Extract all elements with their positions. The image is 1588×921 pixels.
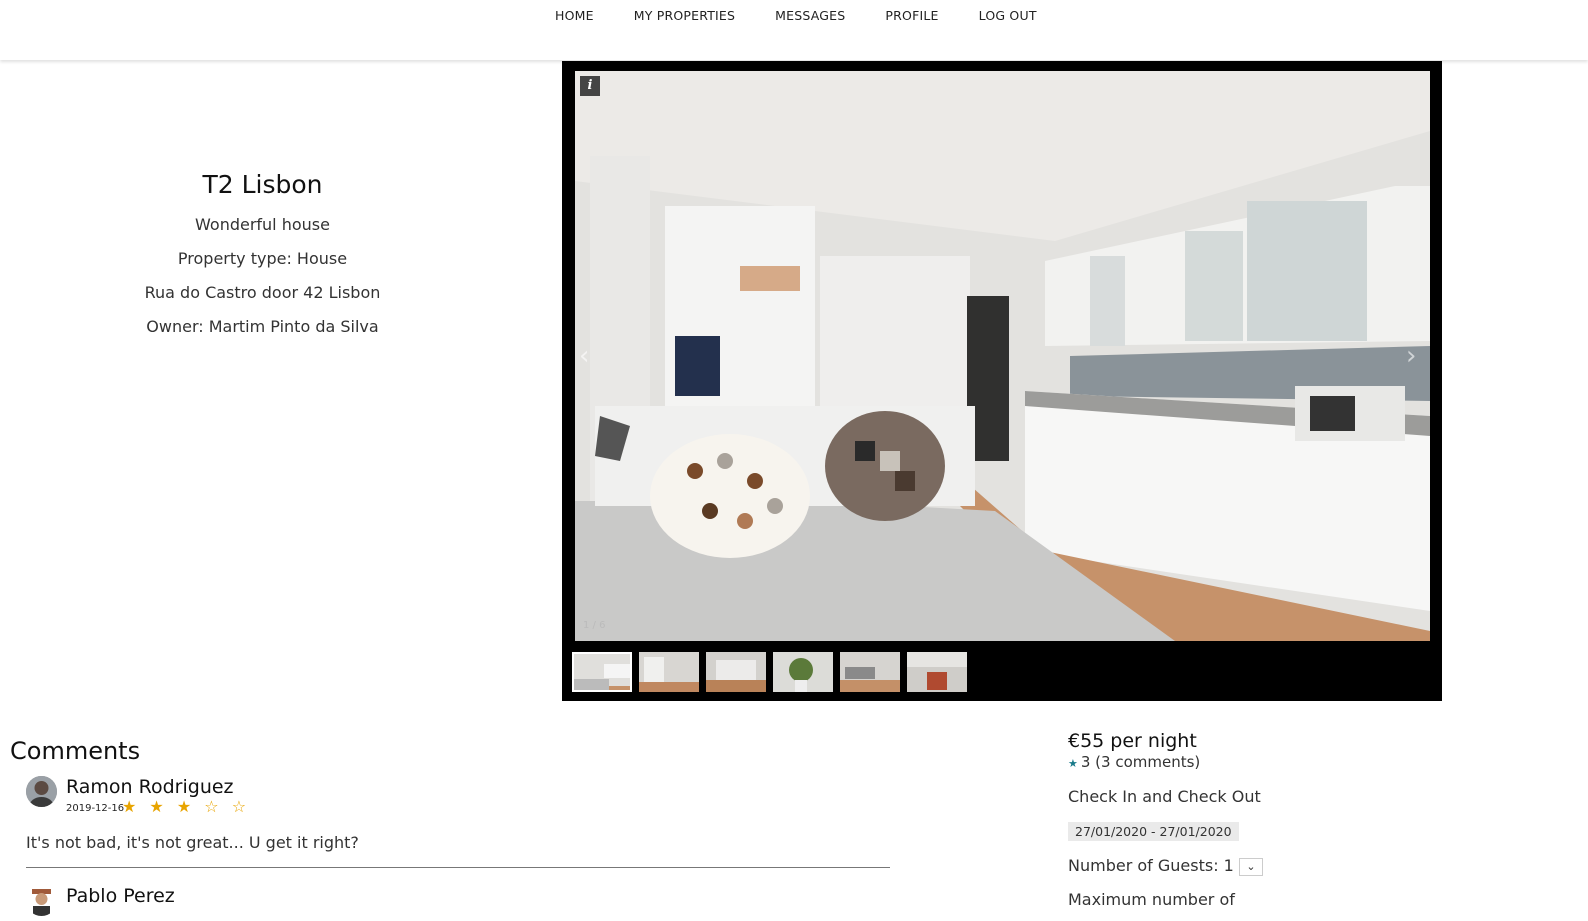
checkin-label: Check In and Check Out: [1068, 787, 1261, 806]
top-nav: HOME MY PROPERTIES MESSAGES PROFILE LOG …: [0, 0, 1588, 60]
property-description: Wonderful house: [195, 215, 330, 234]
price-per-night: €55 per night: [1068, 730, 1197, 752]
thumbnail-4[interactable]: [773, 652, 833, 692]
nav-my-properties[interactable]: MY PROPERTIES: [634, 8, 735, 23]
property-owner: Owner: Martim Pinto da Silva: [146, 317, 379, 336]
guests-select[interactable]: ⌄: [1238, 857, 1263, 876]
comment-date: 2019-12-16: [66, 803, 125, 814]
comment-author: Ramon Rodriguez: [66, 776, 234, 798]
booking-panel: €55 per night ★ 3 (3 comments) Check In a…: [1068, 730, 1468, 909]
kitchen-photo: [575, 71, 1430, 641]
star-rating: ★ ★ ★ ☆ ☆: [122, 797, 251, 816]
comment-item: Ramon Rodriguez 2019-12-16 ★ ★ ★ ☆ ☆ It'…: [26, 776, 890, 872]
nav-home[interactable]: HOME: [555, 8, 594, 23]
thumbnail-strip: [572, 652, 974, 692]
chevron-left-icon[interactable]: ‹: [579, 341, 599, 371]
thumbnail-2[interactable]: [639, 652, 699, 692]
divider: [26, 867, 890, 868]
guests-label: Number of Guests: 1: [1068, 856, 1234, 875]
comment-author: Pablo Perez: [66, 885, 175, 907]
chevron-down-icon: ⌄: [1246, 859, 1256, 873]
property-info: T2 Lisbon Wonderful house Property type:…: [0, 170, 525, 351]
nav-profile[interactable]: PROFILE: [885, 8, 938, 23]
main-photo[interactable]: i ‹ › 1 / 6: [575, 71, 1430, 641]
chevron-right-icon[interactable]: ›: [1406, 341, 1426, 371]
photo-counter: 1 / 6: [583, 620, 606, 631]
date-range-picker[interactable]: 27/01/2020 - 27/01/2020: [1068, 822, 1239, 841]
rating-summary: ★ 3 (3 comments): [1068, 753, 1468, 771]
nav-log-out[interactable]: LOG OUT: [979, 8, 1037, 23]
photo-gallery: i ‹ › 1 / 6: [562, 61, 1442, 701]
property-type: Property type: House: [177, 249, 348, 268]
thumbnail-5[interactable]: [840, 652, 900, 692]
nav-messages[interactable]: MESSAGES: [775, 8, 845, 23]
max-guests-label: Maximum number of: [1068, 889, 1235, 909]
rating-text: 3 (3 comments): [1080, 753, 1201, 771]
avatar: [26, 885, 57, 916]
thumbnail-3[interactable]: [706, 652, 766, 692]
comment-item: Pablo Perez: [26, 885, 890, 921]
thumbnail-1[interactable]: [572, 652, 632, 692]
avatar: [26, 776, 57, 807]
property-address: Rua do Castro door 42 Lisbon: [144, 283, 381, 302]
thumbnail-6[interactable]: [907, 652, 967, 692]
comments-title: Comments: [10, 737, 141, 765]
info-icon[interactable]: i: [580, 76, 600, 96]
comment-text: It's not bad, it's not great... U get it…: [26, 833, 359, 852]
star-icon: ★: [1068, 757, 1078, 770]
guests-field: Number of Guests: 1 ⌄: [1068, 856, 1468, 876]
property-title: T2 Lisbon: [202, 170, 323, 199]
